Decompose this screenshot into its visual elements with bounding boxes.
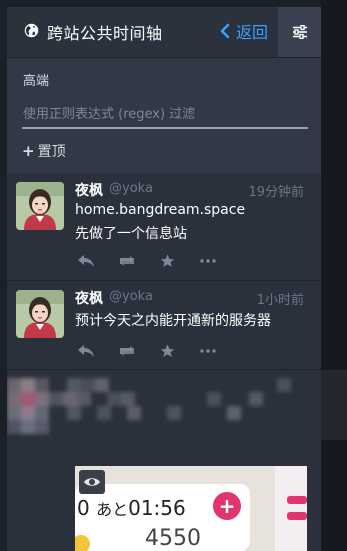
username[interactable]: @yoka bbox=[109, 289, 153, 304]
status-item[interactable]: 夜枫 @yoka 19分钟前 home.bangdream.space 先做了一… bbox=[7, 173, 321, 281]
reply-icon[interactable] bbox=[77, 254, 95, 268]
column-header: 跨站公共时间轴 返回 bbox=[7, 7, 321, 58]
status-actions bbox=[77, 253, 216, 269]
game-score-text: 4550 bbox=[145, 526, 201, 551]
game-timer-text: 0 あと01:56 bbox=[77, 496, 186, 520]
status-text-line[interactable]: home.bangdream.space bbox=[75, 202, 245, 218]
column-settings-button[interactable] bbox=[278, 7, 321, 57]
reply-icon[interactable] bbox=[77, 344, 95, 358]
public-timeline-column: 跨站公共时间轴 返回 高端 + 置顶 bbox=[7, 7, 321, 551]
timestamp[interactable]: 1小时前 bbox=[257, 289, 304, 308]
status-text-line: 预计今天之内能开通新的服务器 bbox=[75, 313, 271, 329]
scrollbar-thumb[interactable] bbox=[321, 370, 347, 440]
chevron-left-icon bbox=[220, 23, 230, 39]
avatar[interactable] bbox=[16, 182, 64, 230]
status-actions bbox=[77, 343, 216, 359]
globe-icon bbox=[24, 23, 39, 42]
game-plus-icon: + bbox=[211, 490, 243, 522]
boost-icon[interactable] bbox=[117, 344, 137, 358]
back-button-label: 返回 bbox=[236, 23, 269, 42]
favourite-icon[interactable] bbox=[159, 253, 176, 269]
pin-button-label: 置顶 bbox=[37, 144, 66, 160]
more-icon[interactable] bbox=[200, 259, 216, 263]
back-button[interactable]: 返回 bbox=[220, 18, 268, 44]
timestamp[interactable]: 19分钟前 bbox=[248, 181, 304, 200]
status-item-media[interactable]: 0 あと01:56 + 4550 bbox=[7, 370, 321, 551]
favourite-icon[interactable] bbox=[159, 343, 176, 359]
filter-settings-panel: 高端 + 置顶 bbox=[7, 58, 321, 173]
media-attachment[interactable]: 0 あと01:56 + 4550 bbox=[75, 466, 307, 551]
display-name[interactable]: 夜枫 bbox=[75, 180, 103, 200]
sliders-icon bbox=[292, 25, 307, 39]
regex-filter-input[interactable] bbox=[22, 101, 308, 129]
pin-button[interactable]: + 置顶 bbox=[22, 141, 66, 161]
avatar[interactable] bbox=[16, 290, 64, 338]
plus-icon: + bbox=[22, 142, 35, 160]
section-label: 高端 bbox=[23, 74, 50, 89]
username[interactable]: @yoka bbox=[109, 181, 153, 196]
display-name[interactable]: 夜枫 bbox=[75, 288, 103, 308]
column-scrollbar[interactable] bbox=[321, 0, 347, 551]
more-icon[interactable] bbox=[200, 349, 216, 353]
eye-icon[interactable] bbox=[79, 470, 105, 494]
boost-icon[interactable] bbox=[117, 254, 137, 268]
status-text-line: 先做了一个信息站 bbox=[75, 226, 187, 242]
status-item[interactable]: 夜枫 @yoka 1小时前 预计今天之内能开通新的服务器 bbox=[7, 281, 321, 370]
column-title: 跨站公共时间轴 bbox=[47, 24, 163, 43]
pixelated-content bbox=[7, 370, 321, 450]
